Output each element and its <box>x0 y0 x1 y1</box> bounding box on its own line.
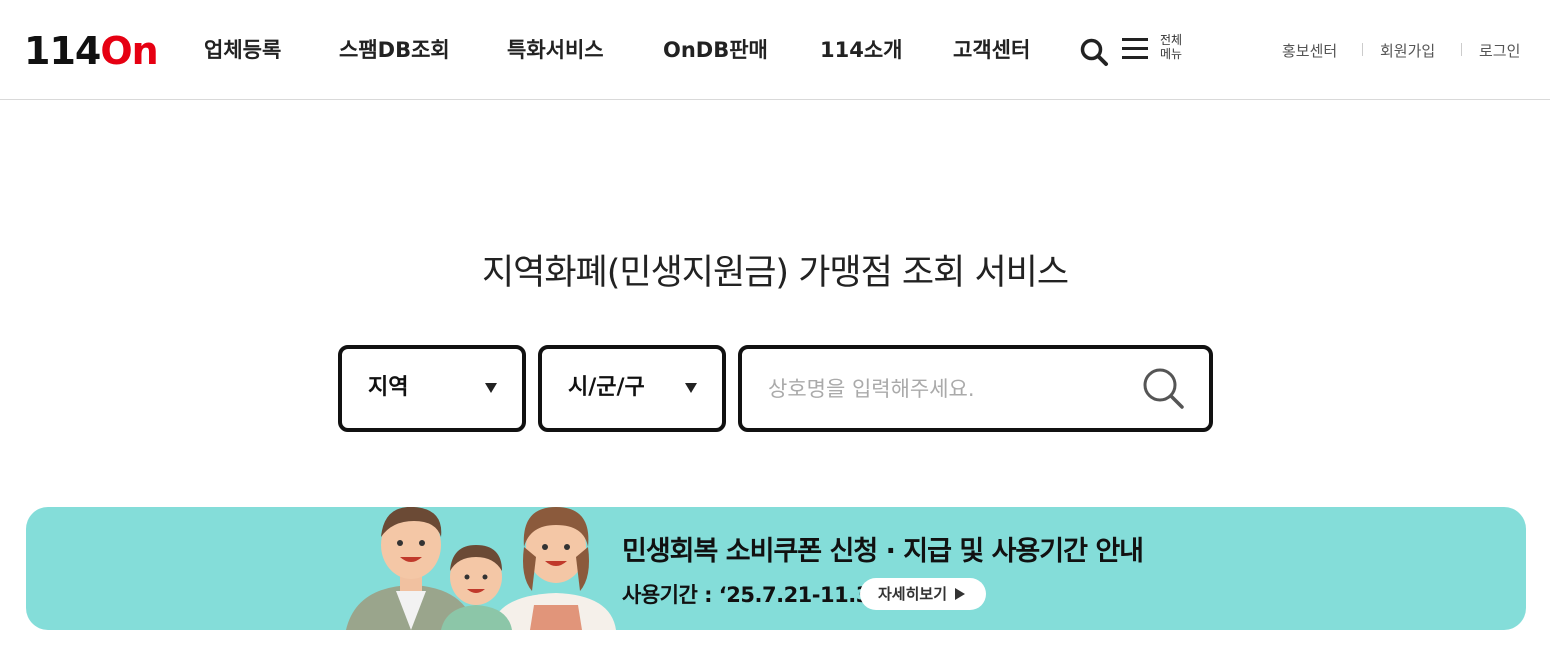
logo-text-number: 114 <box>24 29 101 73</box>
nav-item-about-114[interactable]: 114소개 <box>820 36 902 64</box>
family-illustration <box>346 507 616 630</box>
util-divider <box>1461 43 1462 56</box>
logo-text-on: On <box>100 29 158 73</box>
all-menu-label: 전체 메뉴 <box>1160 33 1183 61</box>
header-search-button[interactable] <box>1079 37 1109 67</box>
caret-down-icon <box>485 383 497 393</box>
logo[interactable]: 114On <box>24 28 159 74</box>
region-select-value: 지역 <box>368 375 409 400</box>
util-link-login[interactable]: 로그인 <box>1479 40 1520 61</box>
page-title: 지역화폐(민생지원금) 가맹점 조회 서비스 <box>481 253 1069 293</box>
site-header: 114On 업체등록 스팸DB조회 특화서비스 OnDB판매 114소개 고객센… <box>0 0 1550 100</box>
nav-item-spam-db[interactable]: 스팸DB조회 <box>339 36 450 64</box>
coupon-banner[interactable]: 민생회복 소비쿠폰 신청 · 지급 및 사용기간 안내 사용기간 : ‘25.7… <box>26 507 1526 630</box>
hamburger-icon <box>1122 38 1148 60</box>
region-select[interactable]: 지역 <box>338 345 526 432</box>
district-select-value: 시/군/구 <box>568 375 645 400</box>
caret-down-icon <box>685 383 697 393</box>
store-search-button[interactable] <box>1140 365 1188 413</box>
store-search-input[interactable] <box>768 369 1128 409</box>
store-search-box <box>738 345 1213 432</box>
util-link-signup[interactable]: 회원가입 <box>1380 40 1435 61</box>
district-select[interactable]: 시/군/구 <box>538 345 726 432</box>
banner-detail-label: 자세히보기 <box>878 585 948 603</box>
search-icon <box>1143 368 1184 409</box>
nav-item-business-register[interactable]: 업체등록 <box>204 36 281 64</box>
util-link-promo-center[interactable]: 홍보센터 <box>1282 40 1337 61</box>
nav-item-customer-center[interactable]: 고객센터 <box>953 36 1030 64</box>
banner-period: 사용기간 : ‘25.7.21-11.30 <box>622 583 884 607</box>
nav-item-ondb-sales[interactable]: OnDB판매 <box>663 36 768 64</box>
banner-detail-button[interactable]: 자세히보기 <box>860 578 986 610</box>
nav-item-special-services[interactable]: 특화서비스 <box>507 36 604 64</box>
util-divider <box>1362 43 1363 56</box>
all-menu-button[interactable]: 전체 메뉴 <box>1122 33 1202 68</box>
play-arrow-icon <box>955 588 965 600</box>
search-icon <box>1080 38 1108 66</box>
banner-title: 민생회복 소비쿠폰 신청 · 지급 및 사용기간 안내 <box>622 536 1144 567</box>
